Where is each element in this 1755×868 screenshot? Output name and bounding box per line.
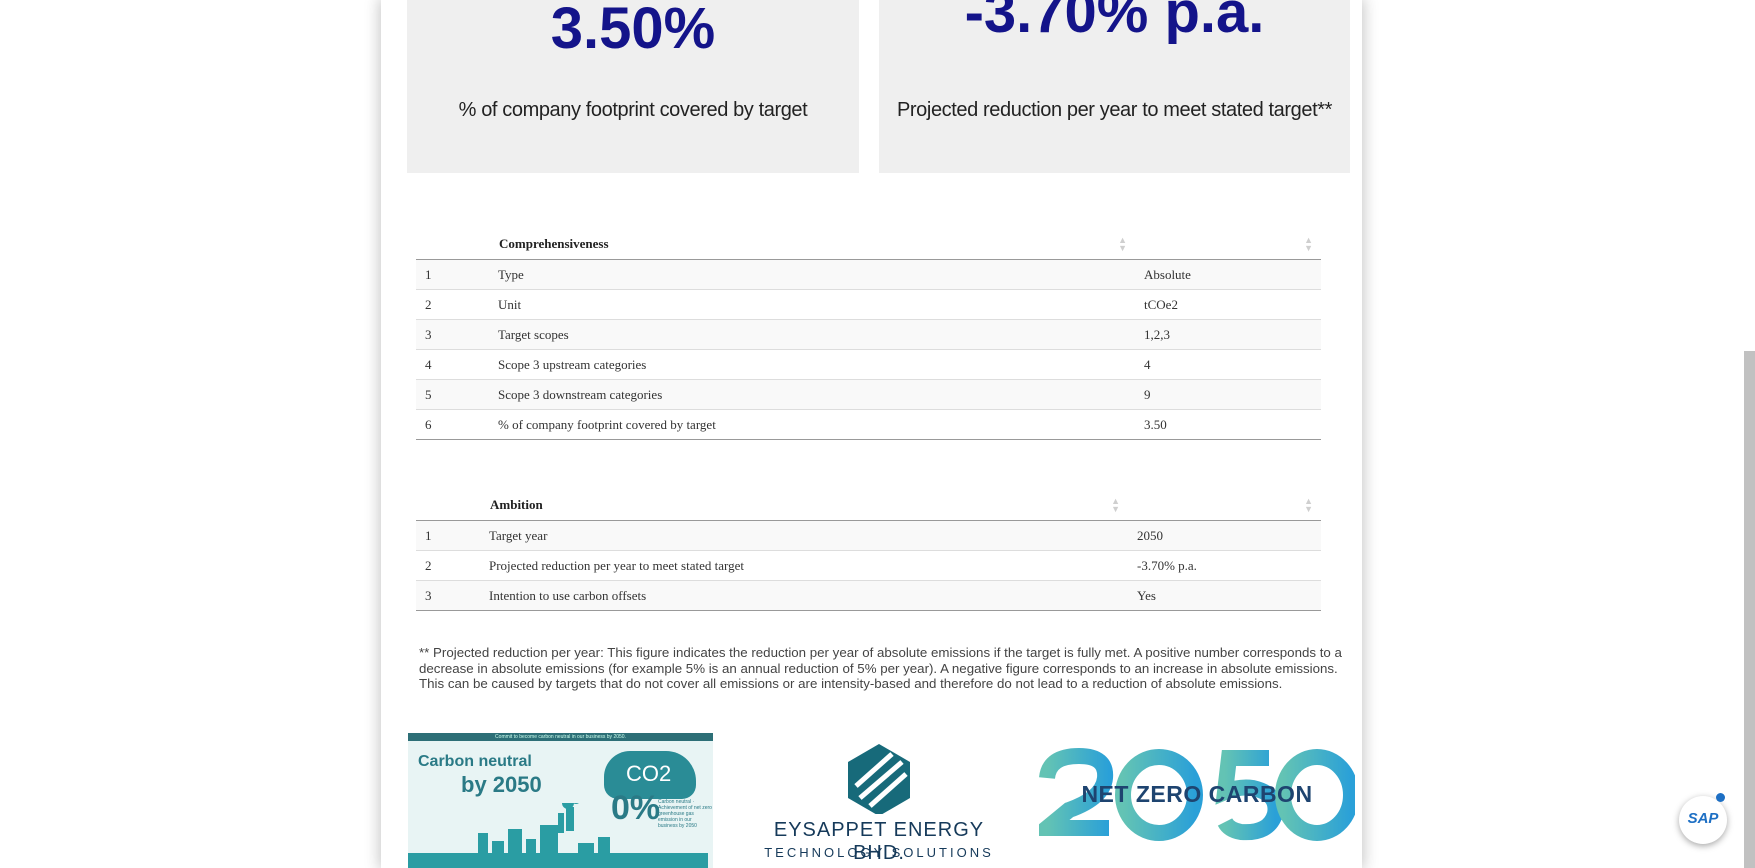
row-number: 2 bbox=[416, 289, 489, 320]
column-header-value[interactable]: ▲ ▼ bbox=[1128, 490, 1321, 521]
notification-dot bbox=[1716, 793, 1725, 802]
table-row: 3 Target scopes 1,2,3 bbox=[416, 319, 1321, 350]
column-header-ambition[interactable]: Ambition ▲ ▼ bbox=[480, 490, 1128, 521]
co2-label: CO2 bbox=[626, 761, 672, 786]
scrollbar-thumb[interactable] bbox=[1744, 351, 1755, 868]
sort-icon[interactable]: ▲ ▼ bbox=[1111, 497, 1120, 514]
row-label: Target year bbox=[480, 520, 1128, 551]
row-label: Unit bbox=[489, 289, 1135, 320]
table-row: 4 Scope 3 upstream categories 4 bbox=[416, 349, 1321, 380]
column-header-comprehensiveness[interactable]: Comprehensiveness ▲ ▼ bbox=[489, 229, 1135, 260]
net-zero-text: NET ZERO CARBON bbox=[1081, 781, 1313, 807]
row-value: -3.70% p.a. bbox=[1128, 550, 1321, 581]
table-row: 1 Target year 2050 bbox=[416, 520, 1321, 551]
metric-card-reduction: -3.70% p.a. Projected reduction per year… bbox=[879, 0, 1350, 173]
table-row: 3 Intention to use carbon offsets Yes bbox=[416, 580, 1321, 611]
table-row: 1 Type Absolute bbox=[416, 259, 1321, 290]
city-skyline-icon bbox=[408, 803, 708, 868]
row-value: tCOe2 bbox=[1135, 289, 1321, 320]
sort-icon[interactable]: ▲ ▼ bbox=[1304, 236, 1313, 253]
table-row: 2 Projected reduction per year to meet s… bbox=[416, 550, 1321, 581]
table-row: 6 % of company footprint covered by targ… bbox=[416, 409, 1321, 440]
banner-top-text: Commit to become carbon neutral in our b… bbox=[408, 733, 713, 741]
row-label: Target scopes bbox=[489, 319, 1135, 350]
row-value: 3.50 bbox=[1135, 409, 1321, 440]
row-number: 1 bbox=[416, 259, 489, 290]
row-number: 2 bbox=[416, 550, 480, 581]
row-value: 1,2,3 bbox=[1135, 319, 1321, 350]
company-tagline: TECHNOLOGY SOLUTIONS bbox=[764, 845, 994, 860]
sort-icon[interactable]: ▲ ▼ bbox=[1118, 236, 1127, 253]
row-number: 5 bbox=[416, 379, 489, 410]
company-logo: EYSAPPET ENERGY BHD. TECHNOLOGY SOLUTION… bbox=[764, 742, 994, 868]
metric-card-coverage: 3.50% % of company footprint covered by … bbox=[407, 0, 859, 173]
row-number: 3 bbox=[416, 319, 489, 350]
banner-subtitle: by 2050 bbox=[461, 772, 542, 797]
sap-logo-icon: SAP bbox=[1687, 810, 1719, 827]
metric-value: 3.50% bbox=[550, 0, 716, 61]
table-row: 5 Scope 3 downstream categories 9 bbox=[416, 379, 1321, 410]
row-number-header bbox=[416, 490, 480, 521]
row-label: % of company footprint covered by target bbox=[489, 409, 1135, 440]
carbon-neutral-banner: Commit to become carbon neutral in our b… bbox=[408, 733, 713, 868]
row-number: 1 bbox=[416, 520, 480, 551]
metric-caption: Projected reduction per year to meet sta… bbox=[896, 99, 1332, 121]
comprehensiveness-table: Comprehensiveness ▲ ▼ ▲ ▼ 1 Type Absolute … bbox=[416, 229, 1321, 440]
row-number-header bbox=[416, 229, 489, 260]
net-zero-logo: NET ZERO CARBON bbox=[1024, 747, 1359, 843]
report-page: 3.50% % of company footprint covered by … bbox=[381, 0, 1362, 868]
hexagon-logo-icon bbox=[848, 744, 910, 816]
row-number: 3 bbox=[416, 580, 480, 611]
metric-caption: % of company footprint covered by target bbox=[458, 99, 808, 121]
row-label: Scope 3 upstream categories bbox=[489, 349, 1135, 380]
row-label: Type bbox=[489, 259, 1135, 290]
table-row: 2 Unit tCOe2 bbox=[416, 289, 1321, 320]
sap-assistant-button[interactable]: SAP bbox=[1679, 793, 1727, 844]
row-number: 6 bbox=[416, 409, 489, 440]
column-header-label: Ambition bbox=[490, 497, 543, 512]
row-label: Scope 3 downstream categories bbox=[489, 379, 1135, 410]
column-header-label: Comprehensiveness bbox=[499, 236, 609, 251]
row-value: 2050 bbox=[1128, 520, 1321, 551]
row-value: Yes bbox=[1128, 580, 1321, 611]
row-label: Projected reduction per year to meet sta… bbox=[480, 550, 1128, 581]
row-number: 4 bbox=[416, 349, 489, 380]
row-value: 4 bbox=[1135, 349, 1321, 380]
banner-title: Carbon neutral bbox=[418, 753, 532, 770]
metric-value: -3.70% p.a. bbox=[964, 0, 1265, 45]
column-header-value[interactable]: ▲ ▼ bbox=[1135, 229, 1321, 260]
row-value: 9 bbox=[1135, 379, 1321, 410]
row-label: Intention to use carbon offsets bbox=[480, 580, 1128, 611]
sort-icon[interactable]: ▲ ▼ bbox=[1304, 497, 1313, 514]
footnote: ** Projected reduction per year: This fi… bbox=[419, 645, 1342, 691]
ambition-table: Ambition ▲ ▼ ▲ ▼ 1 Target year 2050 2 Proj… bbox=[416, 490, 1321, 611]
row-value: Absolute bbox=[1135, 259, 1321, 290]
